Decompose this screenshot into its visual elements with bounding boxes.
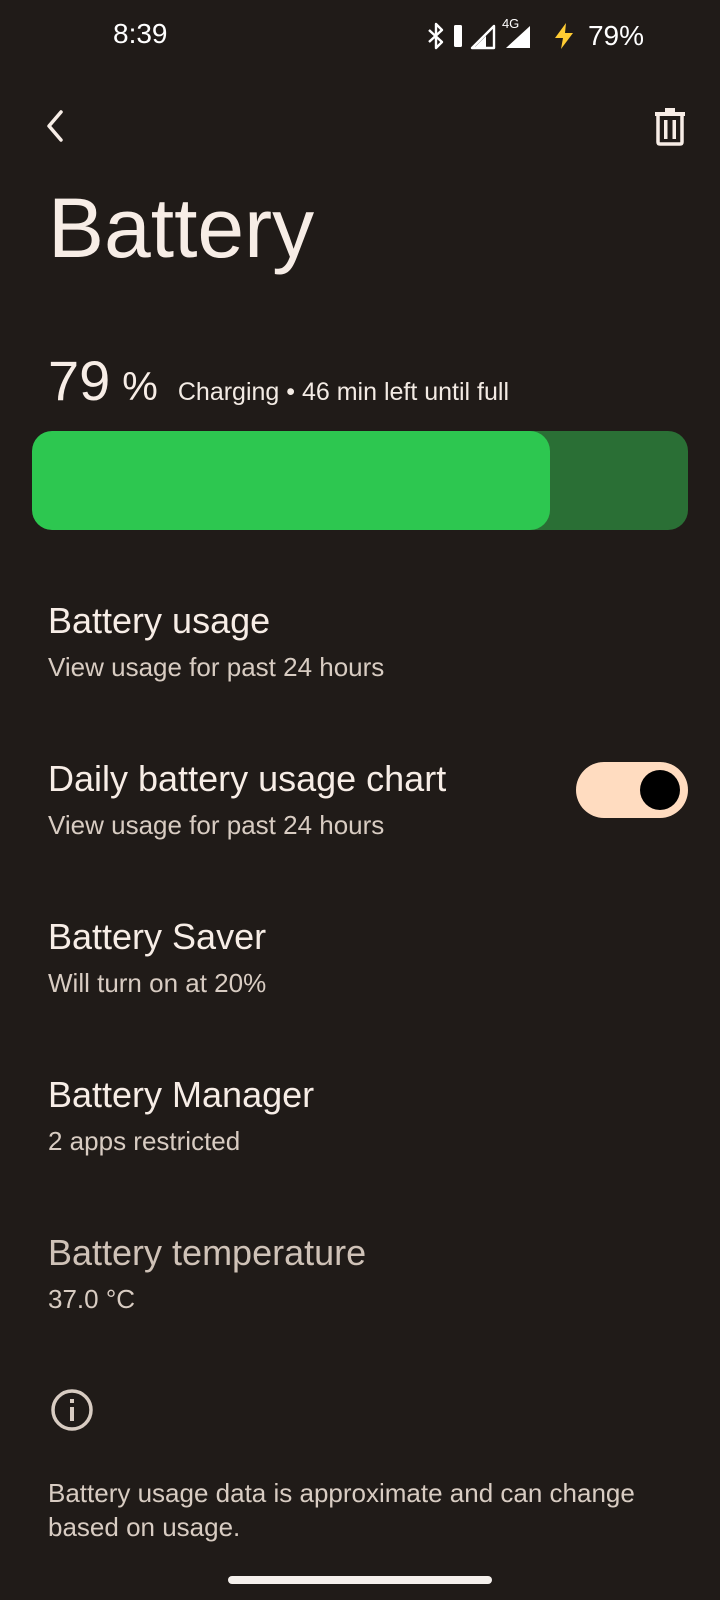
info-icon: [51, 1389, 93, 1431]
battery-level-bar: [32, 431, 688, 530]
vibrate-icon: [453, 25, 462, 47]
setting-title: Battery Manager: [48, 1074, 315, 1115]
status-battery-percent: 79%: [587, 20, 644, 51]
setting-summary: 2 apps restricted: [48, 1126, 241, 1156]
delete-button[interactable]: [650, 104, 690, 148]
status-time: 8:39: [113, 18, 168, 49]
battery-manager-item[interactable]: Battery Manager 2 apps restricted: [0, 1074, 720, 1214]
battery-temperature-item: Battery temperature 37.0 °C: [0, 1232, 720, 1372]
setting-title: Battery Saver: [48, 916, 267, 957]
status-icons: 4G 79%: [426, 16, 644, 52]
back-button[interactable]: [38, 106, 72, 146]
toggle-thumb: [640, 770, 680, 810]
battery-level-row: 79 % Charging • 46 min left until full: [48, 348, 509, 413]
setting-summary: View usage for past 24 hours: [48, 652, 385, 682]
signal-icon: [470, 24, 496, 50]
setting-title: Battery temperature: [48, 1232, 367, 1273]
status-bar: 8:39 4G 79%: [0, 0, 720, 72]
daily-usage-chart-toggle[interactable]: [576, 762, 688, 818]
charging-status: Charging • 46 min left until full: [177, 378, 510, 406]
trash-icon: [655, 108, 685, 146]
setting-summary: View usage for past 24 hours: [48, 810, 385, 840]
signal-4g-icon: 4G: [502, 16, 532, 50]
battery-level-number: 79: [48, 349, 111, 412]
footer-note: Battery usage data is approximate and ca…: [48, 1478, 635, 1542]
charging-bolt-icon: [554, 23, 573, 49]
setting-summary: 37.0 °C: [48, 1284, 136, 1314]
bluetooth-icon: [428, 22, 444, 50]
battery-level-unit: %: [122, 365, 158, 409]
gesture-nav-handle[interactable]: [228, 1576, 492, 1584]
chevron-left-icon: [47, 110, 63, 142]
setting-summary: Will turn on at 20%: [48, 968, 267, 998]
battery-level-bar-fill: [32, 431, 551, 530]
setting-title: Daily battery usage chart: [48, 758, 447, 799]
battery-usage-item[interactable]: Battery usage View usage for past 24 hou…: [0, 600, 720, 740]
daily-usage-chart-item[interactable]: Daily battery usage chart View usage for…: [0, 758, 720, 898]
setting-title: Battery usage: [48, 600, 271, 641]
page-title: Battery: [48, 181, 315, 275]
battery-saver-item[interactable]: Battery Saver Will turn on at 20%: [0, 916, 720, 1056]
